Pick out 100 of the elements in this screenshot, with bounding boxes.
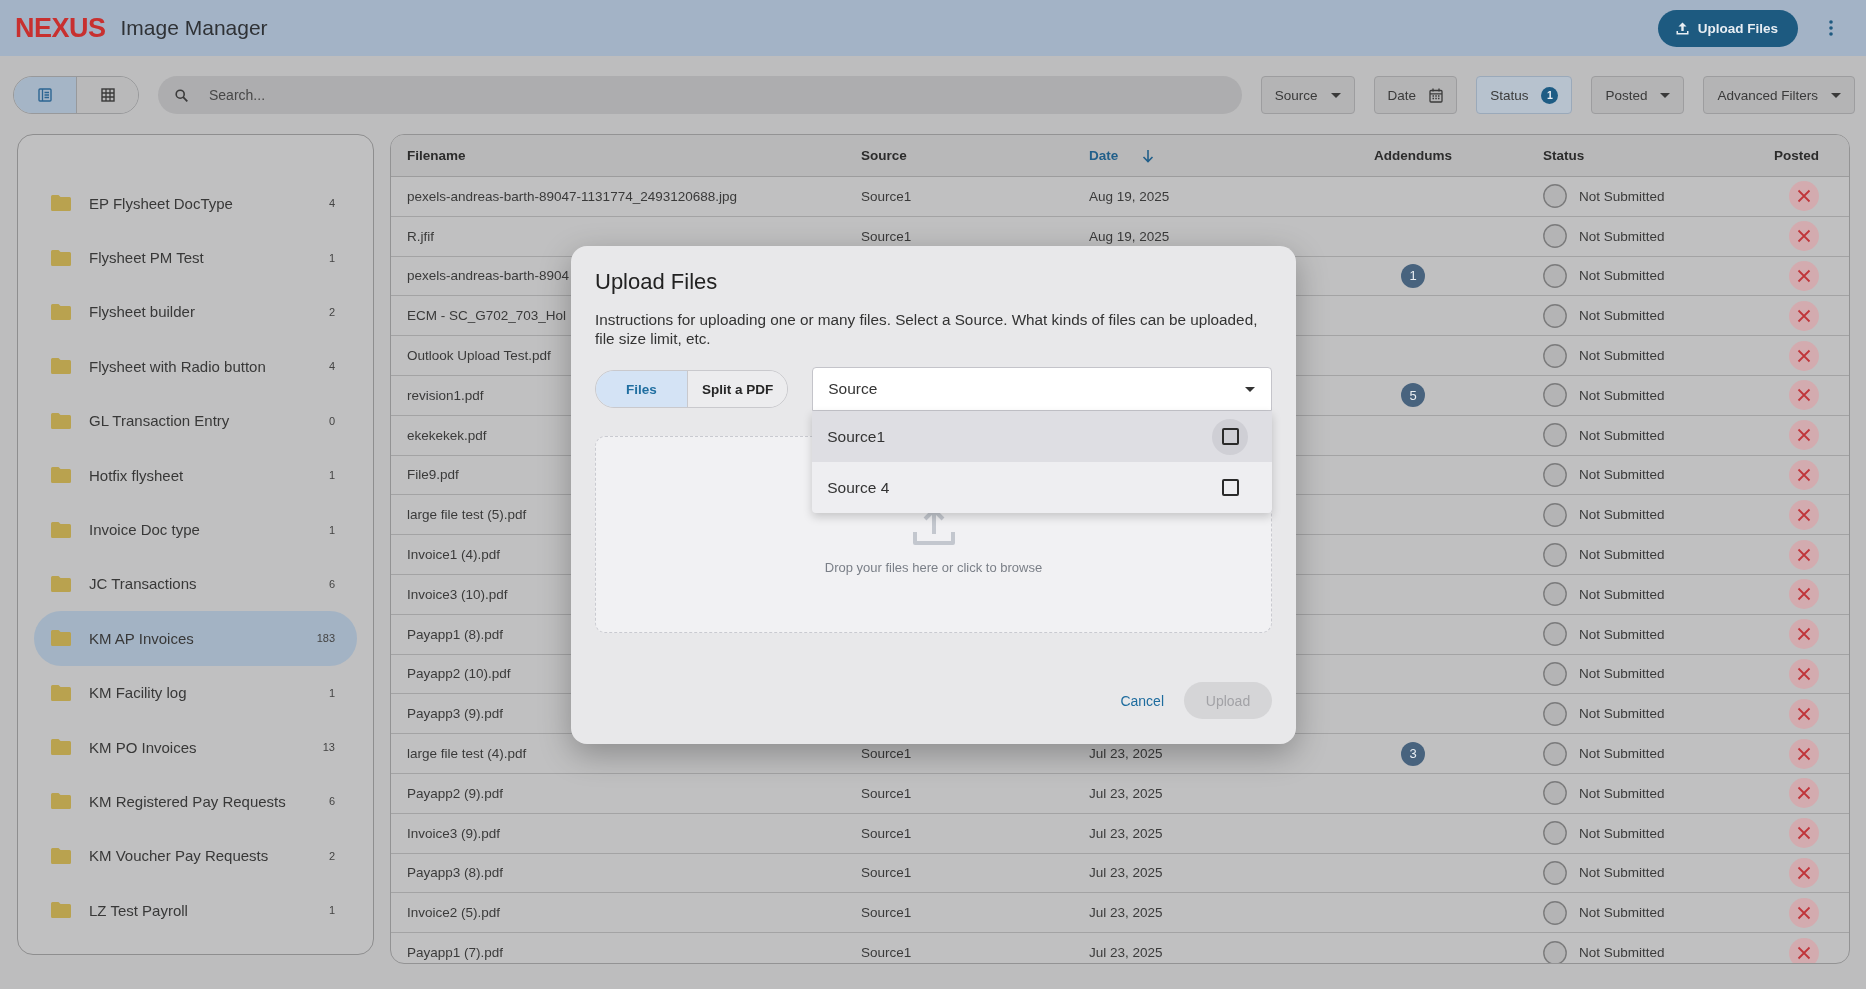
view-toggle-button[interactable]: [14, 77, 76, 113]
sidebar-item[interactable]: GL Transaction Entry 0: [34, 393, 357, 448]
status-text: Not Submitted: [1579, 666, 1665, 682]
folder-icon: [51, 358, 71, 375]
status-text: Not Submitted: [1579, 586, 1665, 602]
sidebar-item[interactable]: Flysheet with Radio button 4: [34, 339, 357, 394]
app-title: Image Manager: [120, 16, 268, 40]
sidebar-item[interactable]: Flysheet PM Test 1: [34, 230, 357, 285]
item-count: 0: [328, 414, 335, 427]
file-name: Payapp3 (8).pdf: [407, 865, 504, 881]
folder-icon: [51, 575, 71, 592]
file-name: revision1.pdf: [407, 387, 484, 403]
date-text: Jul 23, 2025: [1089, 865, 1163, 881]
filter-dropdown[interactable]: Source: [1260, 76, 1355, 114]
caret-down-icon: [1831, 92, 1841, 98]
column-header[interactable]: Date: [1089, 148, 1119, 163]
sidebar-item[interactable]: Invoice Doc type 1: [34, 502, 357, 557]
status-text: Not Submitted: [1579, 228, 1665, 244]
filter-button[interactable]: Status 1: [1476, 76, 1573, 114]
folder-icon: [51, 739, 71, 756]
sidebar-item[interactable]: Flysheet builder 2: [34, 284, 357, 340]
status-text: Not Submitted: [1579, 865, 1665, 881]
upload-files-button[interactable]: Upload Files: [1657, 9, 1798, 47]
status-circle-icon: [1543, 264, 1567, 288]
status-circle-icon: [1543, 661, 1567, 686]
file-name: Payapp2 (9).pdf: [407, 785, 504, 801]
search-icon: [175, 88, 188, 102]
filter-dropdown[interactable]: Advanced Filters: [1703, 76, 1855, 114]
checkbox[interactable]: [1221, 479, 1239, 496]
item-count: 1: [328, 686, 335, 699]
date-filter-button[interactable]: Date: [1373, 76, 1458, 114]
list-view-icon: [38, 88, 52, 102]
view-toggle-button[interactable]: [76, 77, 138, 113]
file-name: ekekekek.pdf: [407, 427, 487, 443]
sidebar-item[interactable]: EP Flysheet DocType 4: [34, 176, 357, 231]
grid-icon: [100, 88, 115, 102]
item-count: 1: [328, 469, 335, 482]
folder-icon: [51, 249, 71, 266]
sidebar-item[interactable]: Hotfix flysheet 1: [34, 447, 357, 503]
sidebar-item[interactable]: KM Facility log 1: [34, 665, 357, 720]
item-count: 2: [328, 305, 335, 318]
item-count: 4: [328, 360, 335, 373]
status-text: Not Submitted: [1579, 905, 1665, 921]
status-circle-icon: [1543, 781, 1567, 806]
addendum-count-badge: 5: [1401, 383, 1425, 408]
column-header[interactable]: Posted: [1774, 148, 1819, 163]
segment-button[interactable]: Split a PDF: [687, 371, 788, 407]
status-text: Not Submitted: [1579, 308, 1665, 324]
file-name: Payapp3 (9).pdf: [407, 706, 504, 722]
file-name: ECM - SC_G702_703_Hol: [407, 308, 567, 324]
file-name: Invoice1 (4).pdf: [407, 547, 501, 563]
status-text: Not Submitted: [1579, 945, 1665, 961]
item-count: 1: [328, 251, 335, 264]
sidebar-item[interactable]: JC Transactions 6: [34, 556, 357, 612]
column-header[interactable]: Source: [861, 148, 907, 163]
folder-icon: [51, 630, 71, 647]
status-text: Not Submitted: [1579, 626, 1665, 642]
sidebar-item[interactable]: KM AP Invoices 183: [34, 611, 357, 666]
cancel-button[interactable]: Cancel: [1112, 684, 1172, 717]
status-text: Not Submitted: [1579, 427, 1665, 443]
upload-icon: [1675, 21, 1689, 35]
filter-dropdown[interactable]: Posted: [1591, 76, 1685, 114]
status-text: Not Submitted: [1579, 746, 1665, 762]
date-text: Jul 23, 2025: [1089, 746, 1163, 762]
status-circle-icon: [1543, 821, 1567, 846]
search-field[interactable]: Search...: [158, 76, 1242, 114]
status-text: Not Submitted: [1579, 387, 1665, 403]
sidebar-item[interactable]: LZ Test Payroll 1: [34, 883, 357, 938]
sidebar-item[interactable]: KM Voucher Pay Requests 2: [34, 828, 357, 884]
source-name: Source1: [861, 228, 912, 244]
sidebar-item[interactable]: KM PO Invoices 13: [34, 719, 357, 775]
folder-icon: [51, 793, 71, 810]
date-text: Jul 23, 2025: [1089, 945, 1163, 961]
dialog-description: Instructions for uploading one or many files. Select a Source. What kinds of files can be uploaded, file size limit, etc.: [595, 310, 1259, 348]
file-name: Payapp1 (8).pdf: [407, 626, 504, 642]
item-count: 4: [328, 197, 335, 210]
checkbox[interactable]: [1221, 428, 1239, 445]
column-header[interactable]: Addendums: [1374, 148, 1452, 163]
status-text: Not Submitted: [1579, 467, 1665, 483]
date-text: Jul 23, 2025: [1089, 825, 1163, 841]
status-text: Not Submitted: [1579, 507, 1665, 523]
source-name: Source1: [861, 945, 912, 961]
date-text: Jul 23, 2025: [1089, 905, 1163, 921]
more-options-icon[interactable]: [1829, 20, 1833, 36]
item-count: 183: [316, 632, 335, 645]
item-count: 6: [328, 795, 335, 808]
column-header[interactable]: Filename: [407, 148, 466, 163]
column-header[interactable]: Status: [1543, 148, 1585, 163]
arrow-down-icon: [1142, 148, 1155, 163]
folder-icon: [51, 412, 71, 429]
sidebar-item[interactable]: KM Registered Pay Requests 6: [34, 774, 357, 829]
menu-option[interactable]: Source 4: [812, 462, 1272, 513]
status-text: Not Submitted: [1579, 268, 1665, 284]
source-select[interactable]: Source: [812, 367, 1272, 411]
source-name: Source1: [861, 746, 912, 762]
segment-button[interactable]: Files: [596, 371, 687, 407]
file-name: Outlook Upload Test.pdf: [407, 348, 551, 364]
menu-option[interactable]: Source1: [812, 411, 1272, 462]
file-name: Invoice3 (9).pdf: [407, 825, 501, 841]
count-badge: 1: [1541, 86, 1559, 104]
